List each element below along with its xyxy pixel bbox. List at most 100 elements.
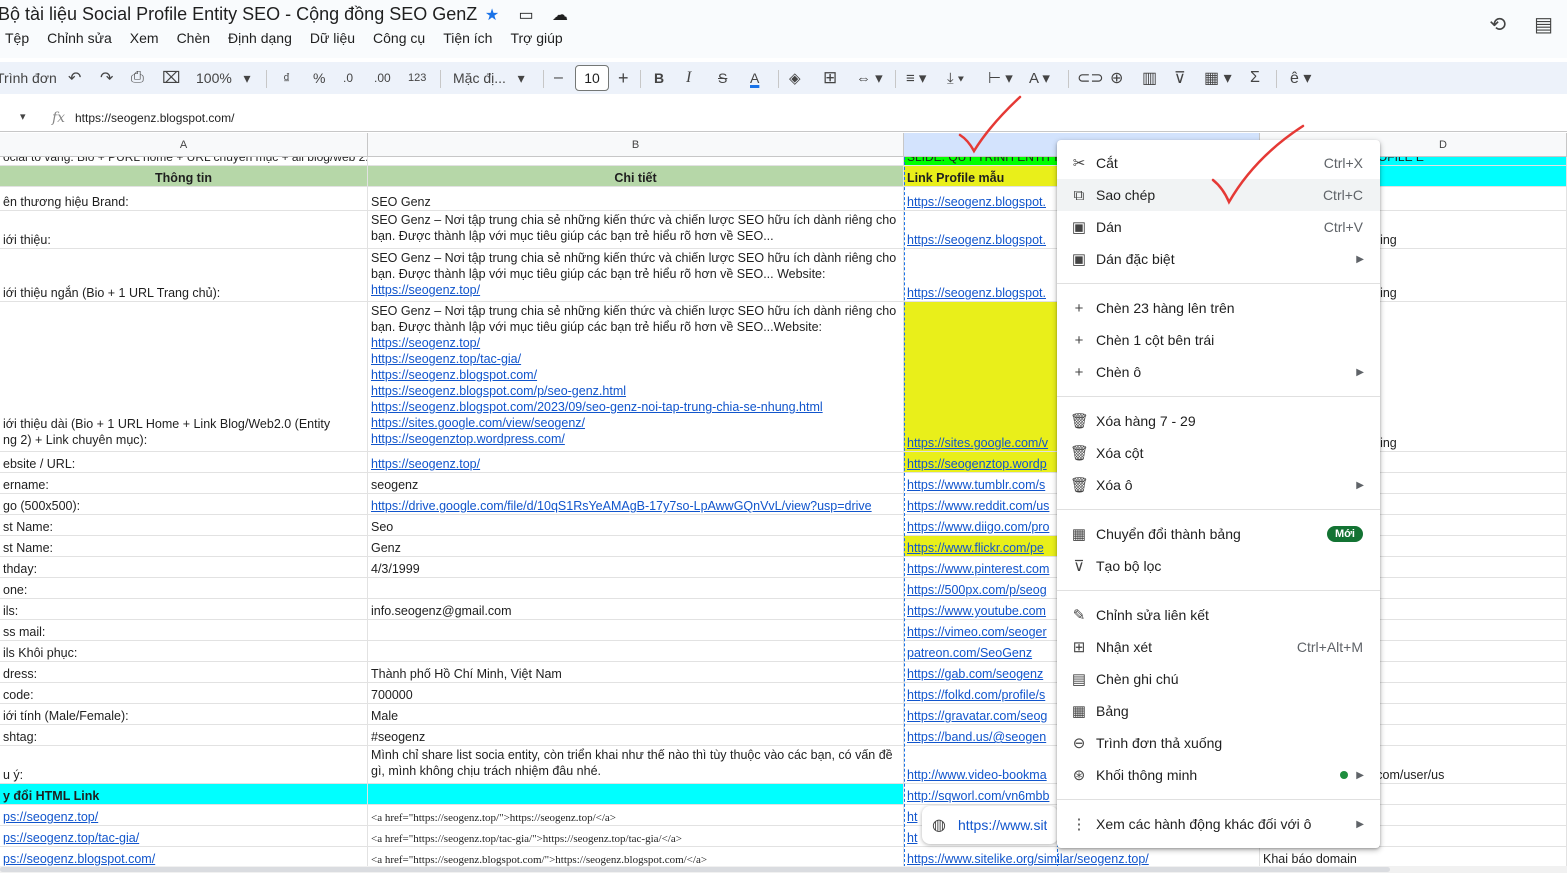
cell-b[interactable]: Genz — [368, 536, 904, 556]
menu-item-smart-chips[interactable]: ⊛ Khối thông minh ▶ — [1057, 759, 1380, 791]
menu-item-paste[interactable]: ▣ Dán Ctrl+V — [1057, 211, 1380, 243]
cell-a[interactable]: ên thương hiệu Brand: — [0, 187, 368, 210]
cell-a[interactable]: ss mail: — [0, 620, 368, 640]
menu-view[interactable]: Xem — [121, 30, 168, 46]
cell-b-link[interactable]: https://sites.google.com/view/seogenz/ — [371, 416, 585, 430]
menu-item-comment[interactable]: ⊞ Nhận xét Ctrl+Alt+M — [1057, 631, 1380, 663]
cell-b[interactable]: Mình chỉ share list socia entity, còn tr… — [368, 746, 904, 783]
undo-icon[interactable]: ↶ — [68, 62, 81, 94]
menu-item-delete-rows[interactable]: 🗑 Xóa hàng 7 - 29 — [1057, 405, 1380, 437]
bold-button[interactable]: B — [654, 62, 664, 94]
menu-item-insert-rows[interactable]: + Chèn 23 hàng lên trên — [1057, 292, 1380, 324]
cell-b-link[interactable]: https://drive.google.com/file/d/10qS1RsY… — [368, 494, 904, 514]
cell-b[interactable]: info.seogenz@gmail.com — [368, 599, 904, 619]
cell-a[interactable]: thday: — [0, 557, 368, 577]
formula-input[interactable]: https://seogenz.blogspot.com/ — [75, 111, 234, 125]
number-format-button[interactable]: 123 — [408, 62, 426, 94]
insert-link-icon[interactable]: ⊂⊃ — [1077, 62, 1104, 94]
version-history-icon[interactable]: ⟲ — [1489, 12, 1506, 37]
menu-extensions[interactable]: Tiện ích — [434, 30, 501, 46]
horizontal-scrollbar[interactable] — [0, 866, 1567, 873]
cell-b[interactable]: <a href="https://seogenz.blogspot.com/">… — [368, 847, 904, 867]
document-title[interactable]: Bộ tài liệu Social Profile Entity SEO - … — [0, 4, 477, 25]
cell-a[interactable]: code: — [0, 683, 368, 703]
cell-a-link[interactable]: ps://seogenz.top/tac-gia/ — [0, 826, 368, 846]
menu-help[interactable]: Trợ giúp — [501, 30, 571, 46]
column-header-a[interactable]: A — [0, 133, 368, 157]
menu-search-input[interactable]: Trình đơn — [0, 62, 57, 94]
menu-item-more-actions[interactable]: ⋮ Xem các hành động khác đối với ô ▶ — [1057, 808, 1380, 840]
cell-a[interactable]: shtag: — [0, 725, 368, 745]
menu-item-insert-note[interactable]: ▤ Chèn ghi chú — [1057, 663, 1380, 695]
header-cell-detail[interactable]: Chi tiết — [368, 166, 904, 186]
font-size-decrease-button[interactable]: – — [554, 62, 563, 94]
cell-b-link[interactable]: https://seogenz.top/ — [371, 283, 480, 297]
cell-d[interactable]: Khai báo domain — [1260, 847, 1567, 867]
increase-decimal-button[interactable]: .00 — [374, 62, 391, 94]
menu-file[interactable]: Tệp — [0, 30, 38, 46]
font-size-increase-button[interactable]: + — [618, 62, 629, 94]
filter-icon[interactable]: ⊽ — [1174, 62, 1186, 94]
cell-b[interactable]: #seogenz — [368, 725, 904, 745]
cell-b[interactable] — [368, 578, 904, 598]
menu-insert[interactable]: Chèn — [168, 30, 219, 46]
cloud-saved-icon[interactable]: ☁ — [550, 5, 570, 25]
cell-b-link[interactable]: https://seogenz.top/ — [371, 336, 480, 350]
cell-b[interactable]: SEO Genz – Nơi tập trung chia sẻ những k… — [368, 211, 904, 248]
cell-a[interactable]: iới thiệu dài (Bio + 1 URL Home + Link B… — [0, 302, 368, 451]
column-header-b[interactable]: B — [368, 133, 904, 157]
cell-a[interactable]: dress: — [0, 662, 368, 682]
cell-b[interactable]: Thành phố Hồ Chí Minh, Việt Nam — [368, 662, 904, 682]
cell-b[interactable]: 700000 — [368, 683, 904, 703]
cell-b[interactable]: Male — [368, 704, 904, 724]
cell-b[interactable] — [368, 784, 904, 804]
star-icon[interactable]: ★ — [482, 5, 502, 25]
menu-item-convert-to-table[interactable]: ▦ Chuyển đổi thành bảng Mới — [1057, 518, 1380, 550]
menu-item-delete-cells[interactable]: 🗑 Xóa ô ▶ — [1057, 469, 1380, 501]
cell-b-link[interactable]: https://seogenz.blogspot.com/ — [371, 368, 537, 382]
fill-color-icon[interactable]: ◈ — [789, 62, 801, 94]
cell-b-link[interactable]: https://seogenztop.wordpress.com/ — [371, 432, 565, 446]
cell-a[interactable]: iới thiệu ngắn (Bio + 1 URL Trang chủ): — [0, 249, 368, 301]
wrap-text-icon[interactable]: ⊢ ▾ — [988, 62, 1013, 94]
folder-move-icon[interactable]: ▭ — [516, 5, 536, 25]
cell-b-link[interactable]: https://seogenz.top/tac-gia/ — [371, 352, 521, 366]
cell-c-link[interactable]: https://www.sitelike.org/similar/seogenz… — [904, 847, 1260, 867]
redo-icon[interactable]: ↷ — [100, 62, 113, 94]
cell-b[interactable]: Seo — [368, 515, 904, 535]
cell-a-link[interactable]: ps://seogenz.blogspot.com/ — [0, 847, 368, 867]
menu-item-insert-cells[interactable]: + Chèn ô ▶ — [1057, 356, 1380, 388]
cell-b[interactable]: 4/3/1999 — [368, 557, 904, 577]
strikethrough-button[interactable]: S — [718, 62, 727, 94]
link-preview-url[interactable]: https://www.sit — [958, 817, 1047, 833]
menu-item-cut[interactable]: ✂ Cắt Ctrl+X — [1057, 147, 1380, 179]
italic-button[interactable]: I — [686, 62, 691, 94]
menu-item-edit-link[interactable]: ✎ Chỉnh sửa liên kết — [1057, 599, 1380, 631]
cell-b[interactable] — [368, 620, 904, 640]
input-tools-icon[interactable]: ê ▾ — [1290, 62, 1311, 94]
link-preview-popup[interactable]: ◍ https://www.sit — [922, 806, 1058, 844]
menu-item-dropdown[interactable]: ⊖ Trình đơn thả xuống — [1057, 727, 1380, 759]
text-rotation-icon[interactable]: A ▾ — [1029, 62, 1050, 94]
cell-b[interactable]: SEO Genz – Nơi tập trung chia sẻ những k… — [368, 249, 904, 301]
cell-a[interactable]: ebsite / URL: — [0, 452, 368, 472]
cell-b[interactable] — [368, 641, 904, 661]
paint-format-icon[interactable]: ⌧ — [162, 62, 180, 94]
insert-comment-icon[interactable]: ⊕ — [1110, 62, 1123, 94]
merge-cells-icon[interactable]: ⇔ ▾ — [856, 62, 883, 94]
cell-a[interactable]: y đổi HTML Link — [0, 784, 368, 804]
menu-item-table[interactable]: ▦ Bảng — [1057, 695, 1380, 727]
menu-data[interactable]: Dữ liệu — [301, 30, 364, 46]
print-icon[interactable]: ⎙ — [131, 62, 144, 94]
cell-b-link[interactable]: https://seogenz.top/ — [368, 452, 904, 472]
menu-item-insert-column[interactable]: + Chèn 1 cột bên trái — [1057, 324, 1380, 356]
menu-item-paste-special[interactable]: ▣ Dán đặc biệt ▶ — [1057, 243, 1380, 275]
decrease-decimal-button[interactable]: .0 — [343, 62, 353, 94]
menu-tools[interactable]: Công cụ — [364, 30, 434, 46]
menu-item-copy[interactable]: ⧉ Sao chép Ctrl+C — [1057, 179, 1380, 211]
cell-a-link[interactable]: ps://seogenz.top/ — [0, 805, 368, 825]
header-cell-info[interactable]: Thông tin — [0, 166, 368, 186]
comments-icon[interactable]: ▤ — [1534, 12, 1553, 37]
currency-button[interactable]: ₫ — [283, 62, 290, 94]
cell-b[interactable]: SEO Genz — [368, 187, 904, 210]
